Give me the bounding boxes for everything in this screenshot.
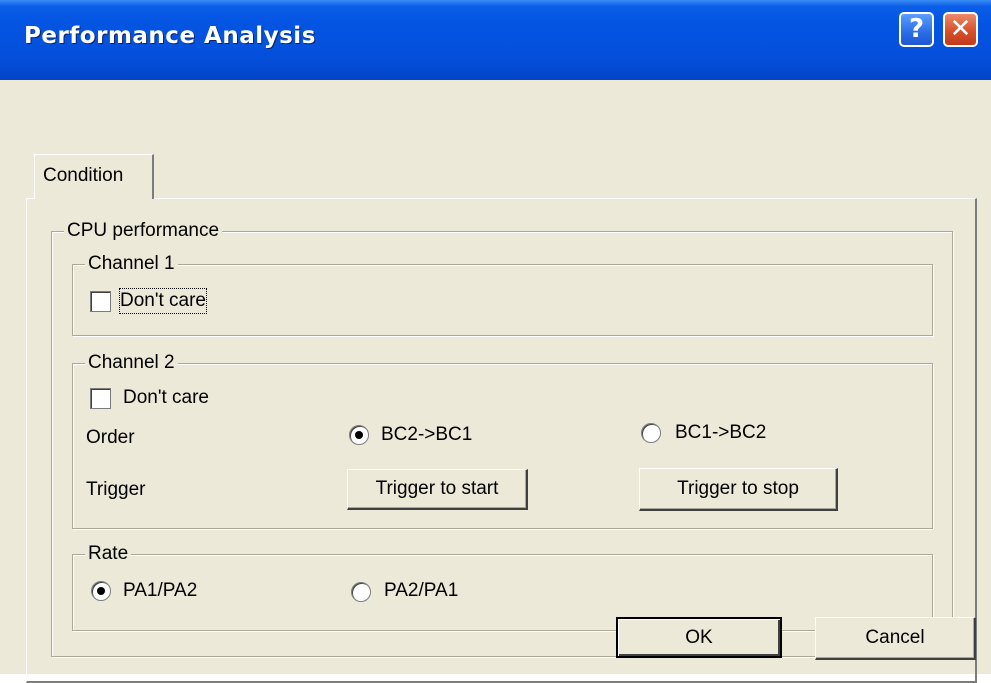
order-bc1-bc2-label[interactable]: BC1->BC2	[675, 421, 766, 445]
question-mark-icon: ?	[908, 14, 925, 44]
cpu-performance-legend: CPU performance	[64, 219, 223, 243]
trigger-label: Trigger	[86, 479, 146, 500]
channel2-legend: Channel 2	[85, 351, 178, 375]
order-bc2-bc1-label[interactable]: BC2->BC1	[381, 423, 472, 447]
rate-pa1-pa2-radio[interactable]	[91, 581, 111, 601]
close-icon: ✕	[949, 14, 972, 44]
channel1-dont-care-label[interactable]: Don't care	[118, 288, 208, 314]
ok-button[interactable]: OK	[616, 617, 782, 658]
title-bar[interactable]: Performance Analysis ? ✕	[0, 0, 991, 80]
tab-condition-label: Condition	[43, 165, 124, 186]
performance-analysis-dialog: Performance Analysis ? ✕ Condition CPU p…	[0, 0, 991, 683]
rate-pa2-pa1-radio[interactable]	[351, 582, 371, 602]
channel2-group: Channel 2 Don't care Order BC2->BC1 BC1-…	[72, 351, 933, 529]
tab-condition[interactable]: Condition	[34, 154, 154, 199]
cancel-button[interactable]: Cancel	[815, 617, 976, 660]
channel2-dont-care-checkbox[interactable]	[90, 388, 111, 409]
help-button[interactable]: ?	[899, 12, 934, 47]
order-bc2-bc1-radio[interactable]	[349, 425, 369, 445]
order-bc1-bc2-radio[interactable]	[641, 423, 661, 443]
order-label: Order	[86, 427, 135, 448]
rate-pa1-pa2-label[interactable]: PA1/PA2	[123, 579, 197, 603]
channel1-legend: Channel 1	[85, 252, 178, 276]
channel1-dont-care-checkbox[interactable]	[90, 291, 111, 312]
dialog-body: Condition CPU performance Channel 1 Don'…	[0, 80, 991, 683]
trigger-to-start-button[interactable]: Trigger to start	[347, 469, 528, 510]
rate-legend: Rate	[85, 542, 132, 566]
channel2-dont-care-label[interactable]: Don't care	[123, 386, 209, 410]
channel1-group: Channel 1 Don't care	[72, 252, 933, 336]
rate-pa2-pa1-label[interactable]: PA2/PA1	[384, 579, 458, 603]
trigger-to-stop-button[interactable]: Trigger to stop	[639, 468, 838, 511]
cpu-performance-group: CPU performance Channel 1 Don't care Cha…	[51, 219, 953, 657]
close-button[interactable]: ✕	[943, 12, 978, 47]
tab-panel-condition: CPU performance Channel 1 Don't care Cha…	[26, 198, 977, 683]
window-title: Performance Analysis	[24, 23, 316, 49]
rate-group: Rate PA1/PA2 PA2/PA1	[72, 542, 933, 631]
